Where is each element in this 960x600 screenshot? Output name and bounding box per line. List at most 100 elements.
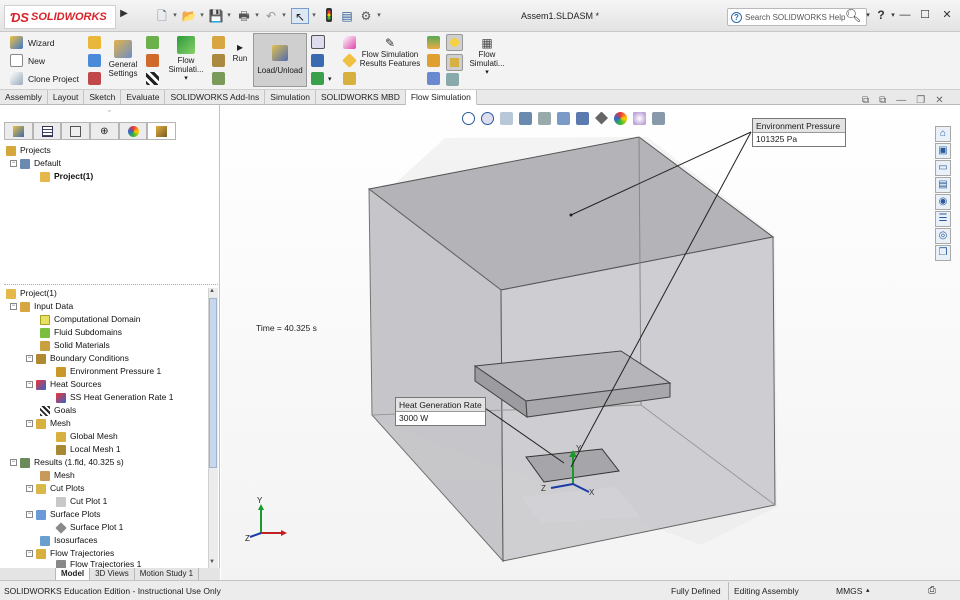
- collapse-icon[interactable]: −: [26, 381, 33, 388]
- tools-icon-2[interactable]: [88, 54, 101, 67]
- tree-goals[interactable]: Goals: [40, 404, 76, 417]
- tab-evaluate[interactable]: Evaluate: [121, 90, 166, 105]
- plot-icon-2[interactable]: [427, 54, 440, 67]
- view-palette-icon[interactable]: ▤: [935, 177, 951, 193]
- tree-boundary-conditions[interactable]: − Boundary Conditions: [26, 352, 129, 365]
- open-dropdown-icon[interactable]: ▾: [198, 8, 206, 24]
- dimxpert-tab-icon[interactable]: ⊕: [90, 122, 119, 140]
- results-feature-icon-3[interactable]: [343, 72, 356, 85]
- tree-local-mesh[interactable]: Local Mesh 1: [56, 443, 121, 456]
- configuration-manager-tab-icon[interactable]: [61, 122, 91, 140]
- solidworks-forum-icon[interactable]: ◎: [935, 228, 951, 244]
- collapse-icon[interactable]: −: [10, 303, 17, 310]
- maximize-icon[interactable]: ☐: [916, 6, 934, 24]
- collapse-icon[interactable]: −: [26, 511, 33, 518]
- undo-icon[interactable]: ↶: [262, 8, 280, 24]
- lightbulb-icon[interactable]: [446, 34, 463, 51]
- probe-icon[interactable]: [311, 35, 325, 49]
- select-cursor-icon[interactable]: ↖: [291, 8, 309, 24]
- minimize-icon[interactable]: —: [896, 6, 914, 24]
- display-icon-2[interactable]: [446, 73, 459, 86]
- run-button[interactable]: ▸ Run: [229, 40, 251, 63]
- tree-cut-plots[interactable]: − Cut Plots: [26, 482, 85, 495]
- scroll-down-icon[interactable]: ▼: [209, 559, 215, 565]
- search-dropdown-icon[interactable]: ▾: [861, 11, 875, 19]
- units-dropdown-icon[interactable]: ▴: [866, 582, 870, 600]
- scroll-up-icon[interactable]: ▲: [209, 288, 215, 294]
- model-render[interactable]: X Y Z Z Y: [221, 105, 936, 580]
- select-dropdown-icon[interactable]: ▾: [310, 8, 318, 24]
- wizard-button[interactable]: Wizard: [10, 36, 54, 49]
- tab-simulation[interactable]: Simulation: [265, 90, 316, 105]
- undo-dropdown-icon[interactable]: ▾: [280, 8, 288, 24]
- new-document-icon[interactable]: 🗋: [153, 8, 171, 24]
- open-icon[interactable]: 📂: [180, 8, 198, 24]
- tree-results-mesh[interactable]: Mesh: [40, 469, 75, 482]
- collapse-icon[interactable]: −: [10, 459, 17, 466]
- tree-isosurfaces[interactable]: Isosurfaces: [40, 534, 97, 547]
- new-project-button[interactable]: New: [10, 54, 45, 67]
- tab-motion-study[interactable]: Motion Study 1: [135, 568, 200, 580]
- save-icon[interactable]: 💾: [207, 8, 225, 24]
- feature-manager-tab-icon[interactable]: [4, 122, 33, 140]
- calc-icon-3[interactable]: [212, 72, 225, 85]
- tree-results[interactable]: − Results (1.fld, 40.325 s): [10, 456, 124, 469]
- calc-icon-2[interactable]: [212, 54, 225, 67]
- tree-surface-plot1[interactable]: Surface Plot 1: [55, 521, 123, 534]
- options-gear-icon[interactable]: ⚙: [357, 8, 375, 24]
- tree-solid-materials[interactable]: Solid Materials: [40, 339, 110, 352]
- custom-properties-icon[interactable]: ☰: [935, 211, 951, 227]
- tools-icon-1[interactable]: [88, 36, 101, 49]
- home-icon[interactable]: ⌂: [935, 126, 951, 142]
- goals-flag-icon[interactable]: [146, 72, 159, 85]
- menu-arrow-icon[interactable]: ▶: [118, 8, 130, 26]
- print-dropdown-icon[interactable]: ▾: [253, 8, 261, 24]
- general-settings-button[interactable]: General Settings: [105, 40, 141, 78]
- tree-mesh[interactable]: − Mesh: [26, 417, 71, 430]
- appearances-icon[interactable]: ◉: [935, 194, 951, 210]
- rebuild-icon[interactable]: [320, 8, 338, 24]
- design-library-icon[interactable]: ▣: [935, 143, 951, 159]
- display-icon[interactable]: [446, 54, 463, 71]
- clone-project-button[interactable]: Clone Project: [10, 72, 79, 85]
- tree-surface-plots[interactable]: − Surface Plots: [26, 508, 101, 521]
- tree-project1-active[interactable]: Project(1): [40, 170, 93, 183]
- scroll-thumb[interactable]: [209, 298, 217, 468]
- tab-sketch[interactable]: Sketch: [84, 90, 122, 105]
- plot-icon-3[interactable]: [427, 72, 440, 85]
- tree-default[interactable]: − Default: [10, 157, 61, 170]
- status-help-icon[interactable]: ⎙: [928, 582, 936, 600]
- save-dropdown-icon[interactable]: ▾: [225, 8, 233, 24]
- save-results-icon[interactable]: [311, 54, 324, 67]
- tree-global-mesh[interactable]: Global Mesh: [56, 430, 118, 443]
- flow-icon-1[interactable]: [146, 36, 159, 49]
- tab-model[interactable]: Model: [56, 568, 91, 580]
- calc-icon-1[interactable]: [212, 36, 225, 49]
- results-dropdown-icon[interactable]: ▾: [328, 75, 332, 83]
- flow-simulation-tab-icon[interactable]: [147, 122, 177, 140]
- env-pressure-callout[interactable]: Environment Pressure 101325 Pa: [752, 118, 846, 147]
- panel-collapse-icon[interactable]: ◦: [108, 108, 110, 115]
- close-icon[interactable]: ✕: [938, 6, 956, 24]
- print-icon[interactable]: 🖶: [235, 8, 253, 24]
- results-feature-icon-1[interactable]: [343, 36, 356, 49]
- collapse-icon[interactable]: −: [26, 355, 33, 362]
- flow-simulation-button-1[interactable]: Flow Simulati... ▾: [164, 36, 208, 83]
- tree-heat-sources[interactable]: − Heat Sources: [26, 378, 102, 391]
- collapse-icon[interactable]: −: [10, 160, 17, 167]
- status-units[interactable]: MMGS: [836, 582, 862, 600]
- collapse-icon[interactable]: −: [26, 420, 33, 427]
- load-unload-button[interactable]: Load/Unload: [253, 33, 307, 87]
- tree-cut-plot1[interactable]: Cut Plot 1: [56, 495, 107, 508]
- flow-task-pane-icon[interactable]: ❐: [935, 245, 951, 261]
- display-manager-tab-icon[interactable]: [118, 122, 148, 140]
- tree-project1[interactable]: Project(1): [6, 287, 57, 300]
- options-dropdown-icon[interactable]: ▾: [375, 8, 383, 24]
- search-icon[interactable]: 🔍︎: [845, 8, 862, 24]
- tree-projects[interactable]: Projects: [6, 144, 51, 157]
- viewport-close-icon[interactable]: ✕: [935, 95, 943, 106]
- tab-3d-views[interactable]: 3D Views: [90, 568, 135, 580]
- plot-icon-1[interactable]: [427, 36, 440, 49]
- file-properties-icon[interactable]: ▤: [338, 8, 356, 24]
- results-features-button[interactable]: ✎ Flow Simulation Results Features: [358, 36, 422, 68]
